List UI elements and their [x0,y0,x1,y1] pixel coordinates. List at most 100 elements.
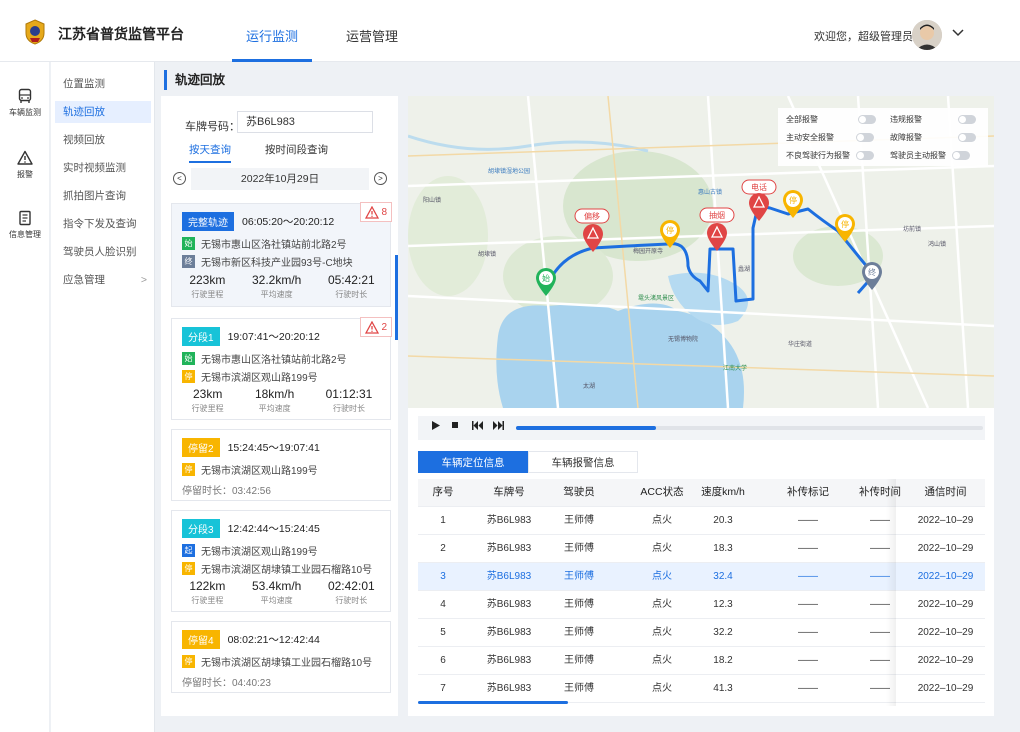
card-header: 分段1 19:07:41～20:20:12 [182,327,320,346]
toggle-switch[interactable] [856,133,874,142]
prev-date-button[interactable]: < [173,172,186,185]
submenu: 位置监测 轨迹回放 视频回放 实时视频监测 抓拍图片查询 指令下发及查询 驾驶员… [51,62,155,732]
warning-badge[interactable]: 8 [360,202,392,222]
sidebar-item-info[interactable]: 信息管理 [0,210,50,240]
alarm-toggle-fault[interactable]: 故障报警 [890,132,976,143]
place-label: 太湖 [583,382,595,390]
tab-query-by-period[interactable]: 按时间段查询 [265,142,328,163]
alarm-toggle-violation[interactable]: 违规报警 [890,114,976,125]
track-card-segment[interactable]: 分段1 19:07:41～20:20:12 2 始 无锡市惠山区洛社镇站前北路2… [171,317,392,420]
rewind-icon[interactable] [472,421,484,430]
stat-speed: 53.4km/h 平均速度 [252,579,301,606]
track-card-stay[interactable]: 停留4 08:02:21～12:42:44 停 无锡市滨湖区胡埭镇工业园石榴路1… [171,621,391,693]
tab-run-monitor[interactable]: 运行监测 [222,0,322,62]
alarm-toggle-bad-driving[interactable]: 不良驾驶行为报警 [786,150,874,161]
chevron-down-icon[interactable] [952,26,964,40]
table-row[interactable]: 4 苏B6L983 王师傅 点火 12.3 —— —— 2022–10–29 [418,591,985,619]
tab-query-by-day[interactable]: 按天查询 [189,142,231,163]
list-scrollbar[interactable] [395,255,398,340]
avatar[interactable] [912,20,942,50]
submenu-item-live-video[interactable]: 实时视频监测 [55,157,151,179]
track-list-panel: 车牌号码： 苏B6L983 按天查询 按时间段查询 < 2022年10月29日 … [161,96,398,716]
track-map[interactable]: 阳山镇 胡埭镇 胡埭镇湿地公园 惠山古镇 蠡湖 太湖 梅园开原寺 鼋头渚风景区 … [408,96,994,408]
next-date-button[interactable]: > [374,172,387,185]
toggle-switch[interactable] [952,151,970,160]
place-label: 华庄街道 [788,340,812,348]
top-bar: 江苏省普货监管平台 运行监测 运营管理 欢迎您，超级管理员 [0,0,1020,62]
date-text[interactable]: 2022年10月29日 [191,168,369,190]
table-cell: 2022–10–29 [917,543,974,554]
playback-progress[interactable] [516,426,983,430]
table-cell: —— [870,655,890,666]
alarm-toggle-all[interactable]: 全部报警 [786,114,876,125]
play-icon[interactable] [432,421,440,430]
map-detail-panel: 阳山镇 胡埭镇 胡埭镇湿地公园 惠山古镇 蠡湖 太湖 梅园开原寺 鼋头渚风景区 … [408,96,994,716]
chevron-right-icon: > [140,274,147,286]
submenu-item-video-playback[interactable]: 视频回放 [55,129,151,151]
alert-icon [17,150,33,165]
toggle-switch[interactable] [856,151,874,160]
warning-badge[interactable]: 2 [360,317,392,337]
sidebar-item-alarm[interactable]: 报警 [0,150,50,180]
submenu-item-position[interactable]: 位置监测 [55,73,151,95]
table-row[interactable]: 5 苏B6L983 王师傅 点火 32.2 —— —— 2022–10–29 [418,619,985,647]
stop-icon[interactable] [451,421,459,429]
submenu-item-command[interactable]: 指令下发及查询 [55,213,151,235]
card-stop-address: 停 无锡市滨湖区胡埭镇工业园石榴路10号 [182,561,372,576]
alarm-toggle-active-safety[interactable]: 主动安全报警 [786,132,874,143]
hill-area [408,176,488,296]
plate-label: 车牌号码： [185,121,240,133]
toggle-switch[interactable] [958,133,976,142]
marker-label: 停 [666,225,674,235]
stat-value: 05:42:21 [327,273,375,287]
stop-tag: 停 [182,655,195,668]
table-cell: 王师傅 [564,543,594,554]
sidebar-item-vehicle-monitor[interactable]: 车辆监测 [0,88,50,118]
alarm-toggle-driver-active[interactable]: 驾驶员主动报警 [890,150,970,161]
table-cell: —— [798,655,818,666]
table-row[interactable]: 2 苏B6L983 王师傅 点火 18.3 —— —— 2022–10–29 [418,535,985,563]
progress-fill [516,426,657,430]
submenu-item-track-playback[interactable]: 轨迹回放 [55,101,151,123]
submenu-item-emergency[interactable]: 应急管理 > [55,269,151,291]
stat-distance: 23km 行驶里程 [192,387,224,414]
table-row[interactable]: 1 苏B6L983 王师傅 点火 20.3 —— —— 2022–10–29 [418,507,985,535]
table-horizontal-scrollbar[interactable] [418,701,568,704]
alarm-label: 驾驶员主动报警 [890,151,946,160]
tab-location-info[interactable]: 车辆定位信息 [418,451,528,473]
table-cell: 18.3 [713,543,733,554]
event-label: 电话 [751,182,767,192]
marker-label: 停 [789,195,797,205]
date-picker: < 2022年10月29日 > [173,168,387,190]
brand-title: 江苏省普货监管平台 [58,26,184,42]
stat-label: 平均速度 [260,596,293,605]
stat-speed: 32.2km/h 平均速度 [252,273,301,300]
submenu-item-face-recognition[interactable]: 驾驶员人脸识别 [55,241,151,263]
address-text: 无锡市惠山区洛社镇站前北路2号 [201,240,347,251]
fast-forward-icon[interactable] [492,421,504,430]
card-header: 停留4 08:02:21～12:42:44 [182,630,320,649]
track-card-full[interactable]: 完整轨迹 06:05:20～20:20:12 8 始 无锡市惠山区洛社镇站前北路… [171,202,392,307]
table-row[interactable]: 7 苏B6L983 王师傅 点火 41.3 —— —— 2022–10–29 [418,675,985,703]
table-header: 序号 车牌号 驾驶员 ACC状态 速度km/h 补传标记 补传时间 通信时间 [418,479,985,507]
table-row[interactable]: 3 苏B6L983 王师傅 点火 32.4 —— —— 2022–10–29 [418,563,985,591]
card-time: 08:02:21～12:42:44 [227,634,320,646]
track-card-stay[interactable]: 停留2 15:24:45～19:07:41 停 无锡市滨湖区观山路199号 停留… [171,429,391,501]
toggle-switch[interactable] [958,115,976,124]
playback-controls [418,416,985,440]
stop-tag: 停 [182,562,195,575]
place-label: 梅园开原寺 [633,247,663,255]
tab-operation[interactable]: 运营管理 [322,0,422,62]
stop-tag: 停 [182,463,195,476]
table-cell: —— [870,543,890,554]
tab-alarm-info[interactable]: 车辆报警信息 [528,451,638,473]
place-label: 阳山镇 [423,196,441,204]
submenu-item-snapshot[interactable]: 抓拍图片查询 [55,185,151,207]
column-header: 通信时间 [906,479,985,506]
address-text: 无锡市惠山区洛社镇站前北路2号 [201,355,347,366]
plate-input[interactable]: 苏B6L983 [237,111,373,133]
toggle-switch[interactable] [858,115,876,124]
warning-count: 8 [381,206,387,218]
track-card-segment[interactable]: 分段3 12:42:44～15:24:45 起 无锡市滨湖区观山路199号 停 … [171,510,391,612]
table-row[interactable]: 6 苏B6L983 王师傅 点火 18.2 —— —— 2022–10–29 [418,647,985,675]
